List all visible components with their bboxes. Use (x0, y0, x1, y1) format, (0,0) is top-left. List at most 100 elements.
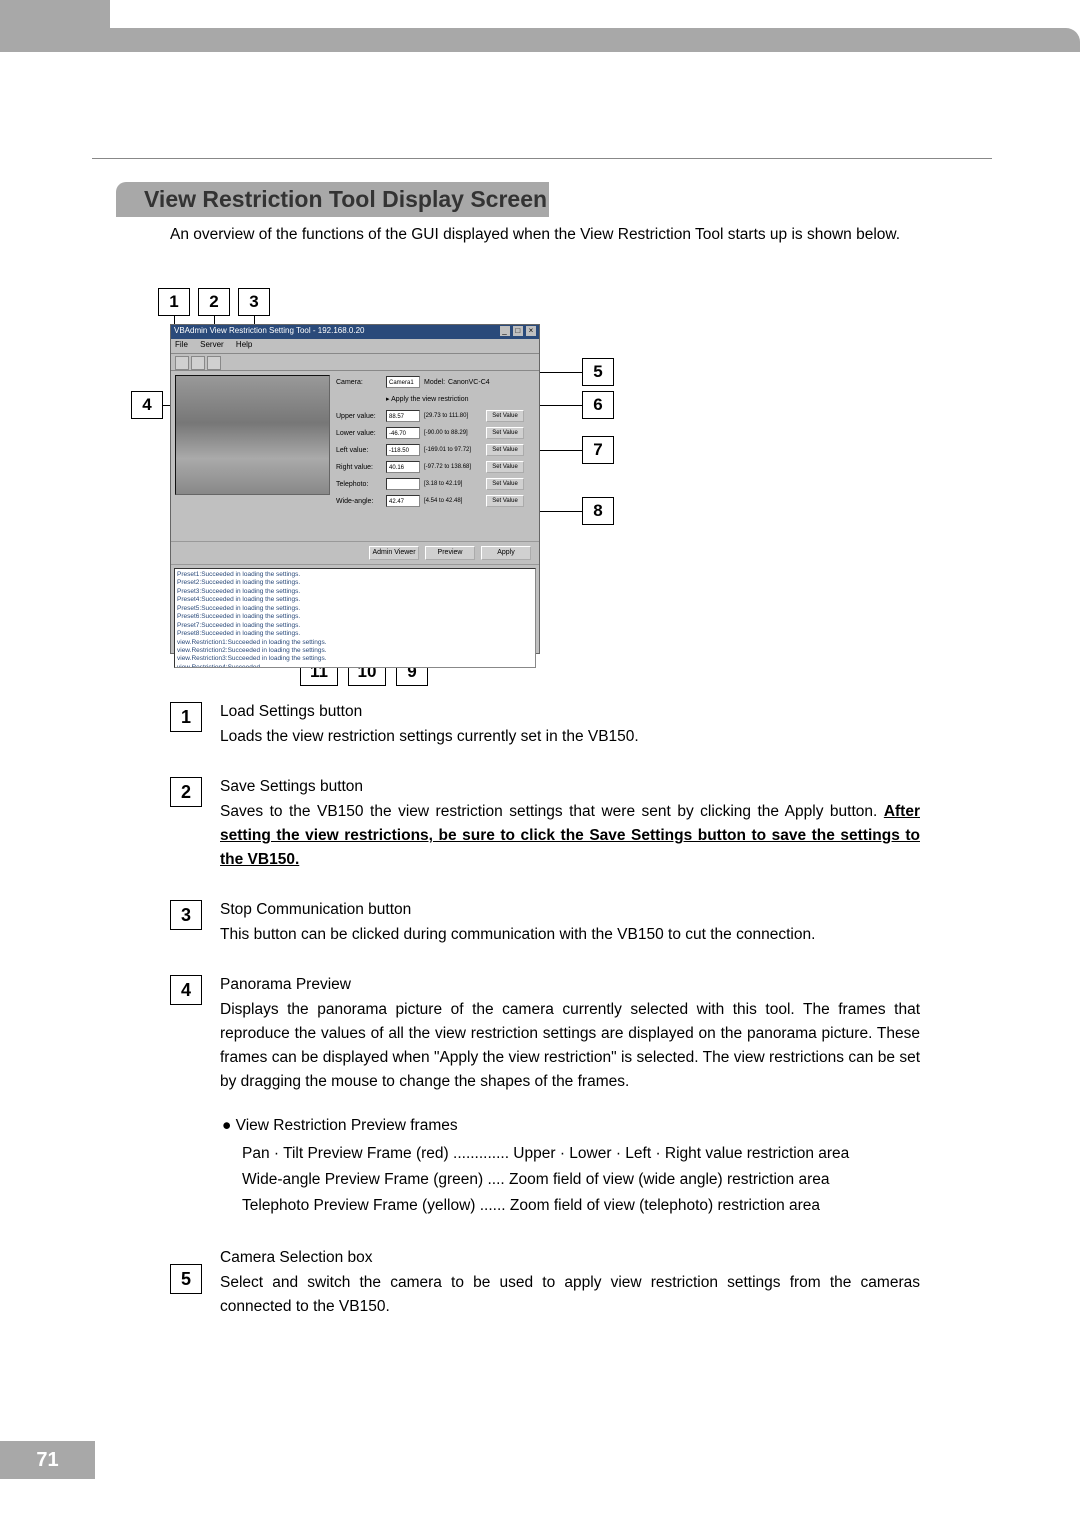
callout-8: 8 (582, 497, 614, 525)
load-settings-button[interactable] (175, 356, 189, 370)
camera-select[interactable]: Camera1 (386, 376, 420, 388)
window-title: VBAdmin View Restriction Setting Tool - … (174, 326, 364, 338)
callout-4: 4 (131, 391, 163, 419)
definition-content: Save Settings button Saves to the VB150 … (220, 775, 920, 872)
sublist-row: Telephoto Preview Frame (yellow) ...... … (242, 1194, 920, 1218)
definition-item: 5 Camera Selection box Select and switch… (170, 1246, 920, 1319)
apply-button[interactable]: Apply (481, 546, 531, 560)
row-range: [29.73 to 111.80] (424, 413, 486, 419)
menu-bar: File Server Help (171, 339, 539, 353)
page-header-bar (0, 28, 1080, 52)
definition-item: 4 Panorama Preview Displays the panorama… (170, 973, 920, 1220)
row-label: Telephoto: (336, 481, 386, 488)
settings-row: Upper value:88.57[29.73 to 111.80]Set Va… (336, 409, 535, 423)
definition-item: 1 Load Settings button Loads the view re… (170, 700, 920, 749)
row-input[interactable]: 40.16 (386, 461, 420, 473)
row-input[interactable]: -118.50 (386, 444, 420, 456)
model-label: Model: (424, 379, 445, 386)
settings-row: Left value:-118.50 [-169.01 to 97.72]Set … (336, 443, 535, 457)
sublist-row: Wide-angle Preview Frame (green) .... Zo… (242, 1168, 920, 1192)
log-area: Preset1:Succeeded in loading the setting… (174, 568, 536, 668)
definition-title: Panorama Preview (220, 973, 920, 997)
settings-row: Right value:40.16[-97.72 to 138.68]Set V… (336, 460, 535, 474)
definition-content: Load Settings button Loads the view rest… (220, 700, 920, 749)
definition-number: 1 (170, 702, 202, 732)
settings-row: Wide-angle:42.47 [4.54 to 42.48]Set Value (336, 494, 535, 508)
definition-title: Save Settings button (220, 775, 920, 799)
definition-number: 2 (170, 777, 202, 807)
row-range: [-169.01 to 97.72] (424, 447, 486, 453)
definition-body: Saves to the VB150 the view restriction … (220, 800, 920, 872)
definition-title: Stop Communication button (220, 898, 920, 922)
settings-row: Lower value:-46.70 [-90.00 to 88.29]Set V… (336, 426, 535, 440)
row-range: [-97.72 to 138.68] (424, 464, 486, 470)
definition-number: 3 (170, 900, 202, 930)
menu-file[interactable]: File (175, 340, 188, 349)
definition-title: Load Settings button (220, 700, 920, 724)
model-value: CanonVC-C4 (448, 379, 490, 386)
set-value-button[interactable]: Set Value (486, 478, 524, 490)
row-range: [3.18 to 42.19] (424, 481, 486, 487)
panorama-preview[interactable] (175, 375, 330, 495)
callout-6: 6 (582, 391, 614, 419)
apply-restriction-checkbox[interactable]: ▸ Apply the view restriction (386, 395, 469, 403)
row-label: Left value: (336, 447, 386, 454)
app-main: Camera: Camera1 Model: CanonVC-C4 ▸ Appl… (171, 371, 539, 541)
app-window: VBAdmin View Restriction Setting Tool - … (170, 324, 540, 654)
preview-button[interactable]: Preview (425, 546, 475, 560)
definition-sublist: ● View Restriction Preview frames Pan · … (220, 1114, 920, 1218)
row-label: Lower value: (336, 430, 386, 437)
set-value-button[interactable]: Set Value (486, 444, 524, 456)
definition-body: Displays the panorama picture of the cam… (220, 998, 920, 1094)
camera-label: Camera: (336, 379, 386, 386)
settings-row: Telephoto: [3.18 to 42.19]Set Value (336, 477, 535, 491)
set-value-button[interactable]: Set Value (486, 427, 524, 439)
callout-3: 3 (238, 288, 270, 316)
definition-item: 3 Stop Communication button This button … (170, 898, 920, 947)
callout-2: 2 (198, 288, 230, 316)
definition-list: 1 Load Settings button Loads the view re… (170, 700, 920, 1319)
page-number: 71 (0, 1441, 95, 1479)
sublist-row: Pan · Tilt Preview Frame (red) .........… (242, 1142, 920, 1166)
definition-title: Camera Selection box (220, 1246, 920, 1270)
admin-viewer-button[interactable]: Admin Viewer (369, 546, 419, 560)
app-titlebar: VBAdmin View Restriction Setting Tool - … (171, 325, 539, 339)
set-value-button[interactable]: Set Value (486, 410, 524, 422)
definition-number: 4 (170, 975, 202, 1005)
row-input[interactable]: -46.70 (386, 427, 420, 439)
window-controls: _ □ × (499, 326, 536, 338)
callout-5: 5 (582, 358, 614, 386)
intro-paragraph: An overview of the functions of the GUI … (170, 222, 918, 248)
sublist-title: ● View Restriction Preview frames (222, 1114, 920, 1138)
maximize-icon[interactable]: □ (513, 326, 523, 336)
definition-content: Camera Selection box Select and switch t… (220, 1246, 920, 1319)
set-value-button[interactable]: Set Value (486, 461, 524, 473)
menu-help[interactable]: Help (236, 340, 252, 349)
definition-number: 5 (170, 1264, 202, 1294)
row-input[interactable] (386, 478, 420, 490)
menu-server[interactable]: Server (200, 340, 224, 349)
definition-body: This button can be clicked during commun… (220, 923, 920, 947)
row-input[interactable]: 88.57 (386, 410, 420, 422)
definition-content: Stop Communication button This button ca… (220, 898, 920, 947)
row-label: Wide-angle: (336, 498, 386, 505)
section-title-tab: View Restriction Tool Display Screen (116, 182, 549, 217)
save-settings-button[interactable] (191, 356, 205, 370)
definition-content: Panorama Preview Displays the panorama p… (220, 973, 920, 1220)
set-value-button[interactable]: Set Value (486, 495, 524, 507)
bottom-button-bar: Admin Viewer Preview Apply (171, 541, 539, 565)
row-range: [4.54 to 42.48] (424, 498, 486, 504)
toolbar (171, 353, 539, 371)
callout-1: 1 (158, 288, 190, 316)
stop-communication-button[interactable] (207, 356, 221, 370)
definition-body: Loads the view restriction settings curr… (220, 725, 920, 749)
minimize-icon[interactable]: _ (500, 326, 510, 336)
divider (92, 158, 992, 159)
section-title: View Restriction Tool Display Screen (118, 186, 547, 212)
definition-body: Select and switch the camera to be used … (220, 1271, 920, 1319)
row-input[interactable]: 42.47 (386, 495, 420, 507)
close-icon[interactable]: × (526, 326, 536, 336)
settings-panel: Camera: Camera1 Model: CanonVC-C4 ▸ Appl… (336, 375, 535, 537)
callout-7: 7 (582, 436, 614, 464)
row-range: [-90.00 to 88.29] (424, 430, 486, 436)
